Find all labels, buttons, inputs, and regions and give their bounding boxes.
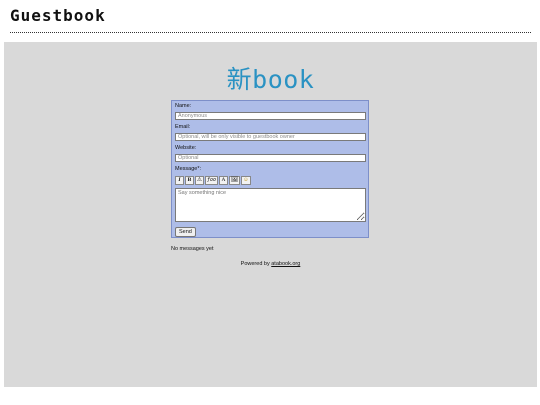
message-textarea[interactable] bbox=[175, 188, 366, 222]
guestbook-frame: 新book Name: Email: Website: Message*: I … bbox=[4, 42, 537, 387]
italic-button[interactable]: I bbox=[175, 176, 184, 185]
guestbook-logo: 新book bbox=[226, 65, 315, 94]
monospace-button[interactable]: ƒoo bbox=[205, 176, 219, 185]
name-input[interactable] bbox=[175, 112, 366, 120]
title-divider bbox=[10, 32, 531, 33]
image-icon[interactable]: 🖼 bbox=[229, 176, 241, 185]
font-icon[interactable]: A bbox=[219, 176, 229, 185]
formatting-toolbar: I B ⚠ ƒoo A 🖼 ☺ bbox=[175, 176, 251, 186]
page-title: Guestbook bbox=[10, 6, 106, 25]
send-button[interactable]: Send bbox=[175, 227, 196, 237]
website-label: Website: bbox=[175, 145, 197, 151]
email-label: Email: bbox=[175, 124, 191, 130]
message-label: Message*: bbox=[175, 166, 201, 172]
powered-by: Powered by atabook.org bbox=[4, 261, 537, 267]
website-input[interactable] bbox=[175, 154, 366, 162]
powered-by-label: Powered by bbox=[240, 261, 270, 267]
warning-icon[interactable]: ⚠ bbox=[195, 176, 204, 185]
bold-button[interactable]: B bbox=[185, 176, 194, 185]
guestbook-form: Name: Email: Website: Message*: I B ⚠ ƒo… bbox=[171, 100, 369, 238]
no-messages-text: No messages yet bbox=[171, 246, 214, 252]
name-label: Name: bbox=[175, 103, 192, 109]
atabook-link[interactable]: atabook.org bbox=[271, 261, 300, 267]
smiley-icon[interactable]: ☺ bbox=[241, 176, 251, 185]
email-input[interactable] bbox=[175, 133, 366, 141]
